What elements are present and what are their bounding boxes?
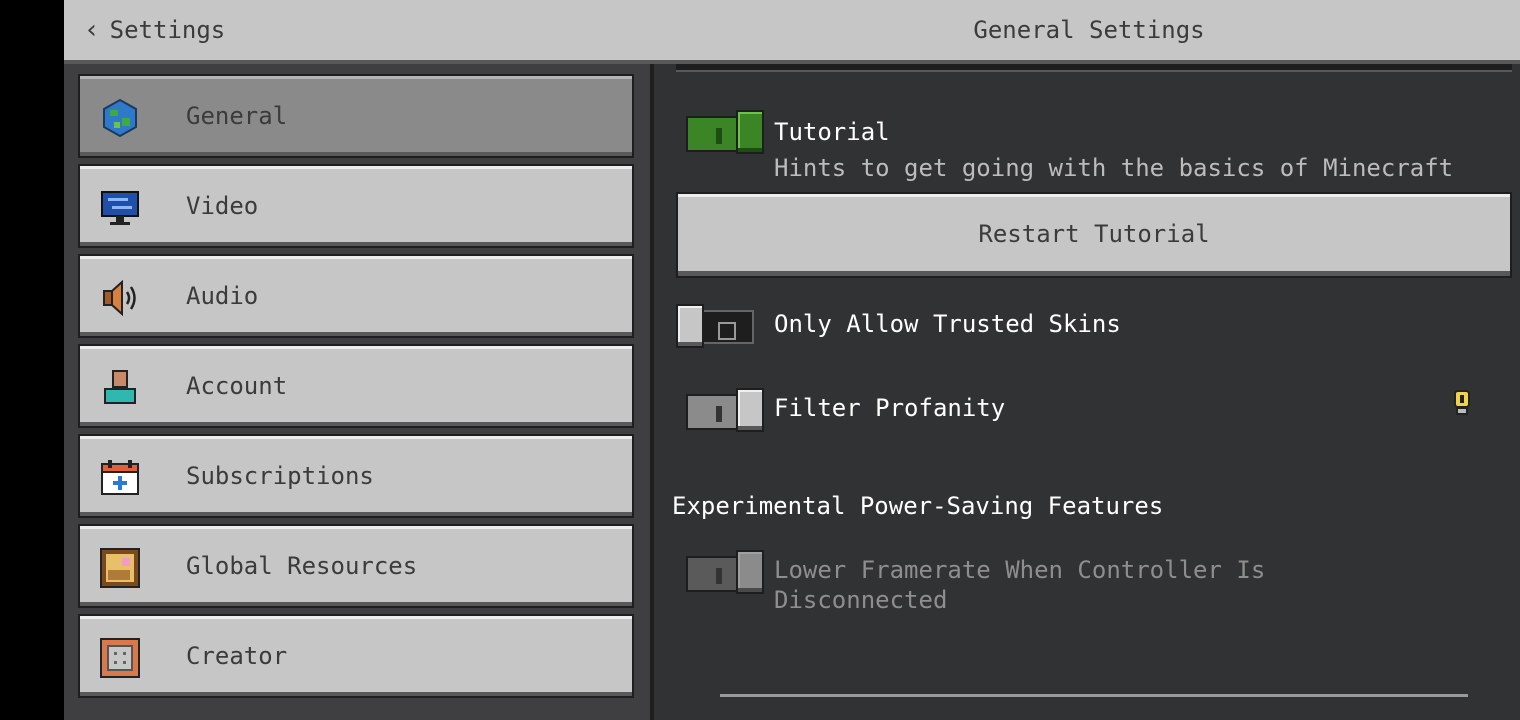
sidebar-item-subscriptions[interactable]: Subscriptions [78,434,634,518]
sidebar-item-label: Global Resources [186,552,418,580]
tutorial-toggle[interactable] [684,110,764,154]
trusted-skins-toggle[interactable] [676,304,754,348]
command-block-icon [100,638,140,678]
settings-screen: ‹ Settings General Settings General Vide… [64,0,1520,720]
sidebar-item-video[interactable]: Video [78,164,634,248]
trusted-skins-label: Only Allow Trusted Skins [774,310,1121,338]
lower-framerate-toggle[interactable] [684,550,764,594]
tutorial-label: Tutorial [774,118,890,146]
sidebar-item-label: Account [186,372,288,400]
settings-content: Tutorial Hints to get going with the bas… [656,64,1520,720]
sidebar-item-label: Subscriptions [186,462,374,490]
person-icon [104,370,136,404]
restart-tutorial-button[interactable]: Restart Tutorial [676,192,1512,278]
lower-framerate-label: Lower Framerate When Controller Is [774,556,1266,584]
sidebar-item-label: Creator [186,642,288,670]
back-button[interactable]: ‹ Settings [84,12,225,48]
page-title: General Settings [973,16,1205,44]
sidebar-item-general[interactable]: General [78,74,634,158]
monitor-icon [101,191,139,225]
sidebar-item-label: Audio [186,282,259,310]
speaker-icon [103,279,136,317]
divider [676,64,1512,72]
globe-icon [103,98,137,138]
lightbulb-icon[interactable] [1452,390,1472,416]
sidebar-item-audio[interactable]: Audio [78,254,634,338]
sidebar-item-account[interactable]: Account [78,344,634,428]
power-saving-heading: Experimental Power-Saving Features [672,492,1164,520]
top-bar: ‹ Settings General Settings [64,0,1520,64]
calendar-plus-icon [101,460,139,495]
filter-profanity-label: Filter Profanity [774,394,1006,422]
sidebar-item-label: Video [186,192,259,220]
painting-icon [100,548,140,588]
sidebar-item-label: General [186,102,288,130]
tutorial-description: Hints to get going with the basics of Mi… [774,154,1454,182]
sidebar-item-global-resources[interactable]: Global Resources [78,524,634,608]
chevron-left-icon: ‹ [84,15,100,45]
lower-framerate-label-2: Disconnected [774,586,948,614]
divider [720,694,1468,697]
filter-profanity-toggle[interactable] [684,388,764,432]
back-label: Settings [109,16,226,44]
sidebar-item-creator[interactable]: Creator [78,614,634,698]
settings-sidebar: General Video Audio Account Subscription… [64,64,654,720]
